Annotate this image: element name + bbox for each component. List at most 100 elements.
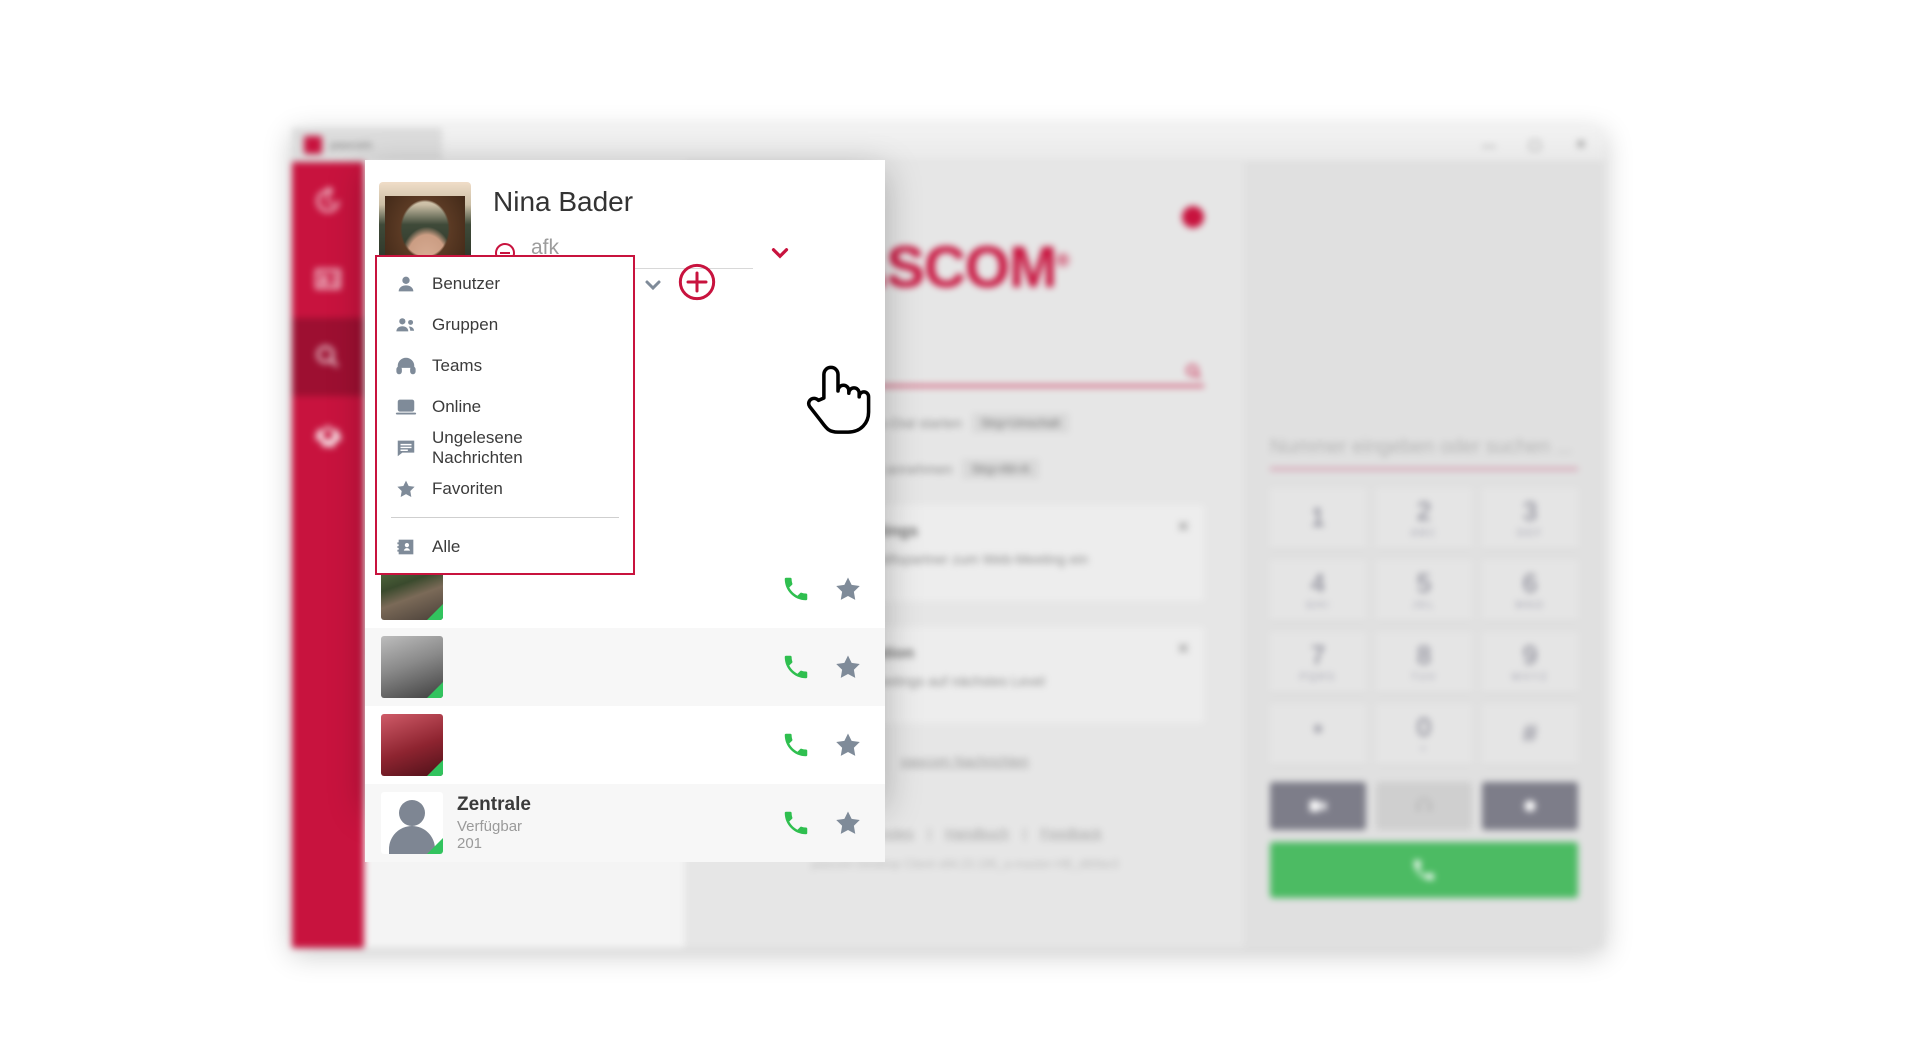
chevron-down-icon bbox=[645, 280, 661, 291]
menu-item-label: Favoriten bbox=[432, 478, 503, 498]
dial-key[interactable]: 4 GHI bbox=[1270, 560, 1366, 622]
dialpad-column: Nummer eingeben oder suchen ... 1 2 ABC 3… bbox=[1244, 162, 1604, 948]
contact-meta: Zentrale Verfügbar 201 bbox=[457, 794, 767, 852]
headset-icon bbox=[396, 357, 416, 374]
dial-key-digit: 1 bbox=[1310, 501, 1326, 532]
menu-item-label: Online bbox=[432, 396, 482, 416]
dial-key-letters: GHI bbox=[1306, 600, 1330, 611]
list-item[interactable] bbox=[365, 628, 885, 706]
phone-icon[interactable] bbox=[781, 730, 811, 760]
menu-item-label: Benutzer bbox=[432, 273, 501, 293]
window-titlebar: pascom — ▢ ✕ bbox=[292, 127, 1604, 162]
headset-icon bbox=[1416, 797, 1432, 811]
dial-key-digit: 4 bbox=[1310, 568, 1326, 598]
pascom-logo-icon bbox=[304, 135, 322, 154]
star-icon[interactable] bbox=[833, 808, 863, 838]
window-tab[interactable]: pascom bbox=[292, 127, 442, 162]
dial-key-letters: MNO bbox=[1515, 600, 1545, 611]
avatar bbox=[381, 714, 443, 776]
dial-key[interactable]: # bbox=[1482, 704, 1578, 766]
menu-divider bbox=[391, 517, 619, 518]
menu-item-label: Gruppen bbox=[432, 314, 499, 334]
dial-key[interactable]: 5 JKL bbox=[1376, 560, 1472, 622]
dial-key[interactable]: 2 ABC bbox=[1376, 488, 1472, 550]
brand-trademark: ® bbox=[1056, 250, 1069, 271]
list-item[interactable] bbox=[365, 706, 885, 784]
page-title: Nina Bader bbox=[493, 186, 634, 217]
star-icon[interactable] bbox=[833, 574, 863, 604]
contact-extension: 201 bbox=[457, 835, 483, 852]
dial-key-digit: 0 bbox=[1416, 712, 1432, 742]
phone-icon[interactable] bbox=[781, 652, 811, 682]
search-icon bbox=[316, 345, 339, 368]
status-badge bbox=[427, 838, 443, 854]
dialpad-mini-buttons bbox=[1270, 782, 1578, 830]
dial-key-letters: JKL bbox=[1412, 600, 1436, 611]
sidebar-item-search[interactable] bbox=[292, 318, 364, 396]
dial-key-digit: 7 bbox=[1310, 640, 1326, 670]
close-icon[interactable]: ✕ bbox=[1177, 517, 1190, 537]
dial-key[interactable]: * bbox=[1270, 704, 1366, 766]
gear-icon bbox=[315, 425, 342, 448]
phone-icon[interactable] bbox=[781, 808, 811, 838]
laptop-icon bbox=[395, 399, 417, 415]
filter-dropdown-toggle[interactable] bbox=[636, 268, 670, 302]
hint-shortcut: Strg+Umschalt bbox=[971, 413, 1069, 433]
minimize-button[interactable]: — bbox=[1466, 128, 1512, 162]
close-icon[interactable]: ✕ bbox=[1177, 639, 1190, 659]
star-icon[interactable] bbox=[833, 730, 863, 760]
avatar bbox=[381, 636, 443, 698]
add-contact-button[interactable] bbox=[677, 262, 717, 302]
record-button[interactable] bbox=[1482, 782, 1578, 830]
call-button[interactable] bbox=[1270, 842, 1578, 898]
footer-link-feedback[interactable]: Feedback bbox=[1040, 825, 1101, 841]
headset-button[interactable] bbox=[1376, 782, 1472, 830]
star-icon[interactable] bbox=[833, 652, 863, 682]
phone-icon bbox=[1414, 860, 1434, 880]
window-tab-label: pascom bbox=[330, 137, 373, 152]
dial-key[interactable]: 8 TUV bbox=[1376, 632, 1472, 694]
phone-icon[interactable] bbox=[781, 574, 811, 604]
filter-dropdown-menu: Benutzer Gruppen Teams Online Ungelesene… bbox=[375, 255, 635, 575]
sidebar-item-settings[interactable] bbox=[292, 396, 364, 474]
dial-key[interactable]: 7 PQRS bbox=[1270, 632, 1366, 694]
dial-key[interactable]: 1 bbox=[1270, 488, 1366, 550]
dial-key-letters: PQRS bbox=[1299, 672, 1337, 683]
hint-shortcut: Strg+Alt+A bbox=[962, 459, 1039, 479]
plus-circle-icon bbox=[678, 263, 716, 301]
menu-item-gruppen[interactable]: Gruppen bbox=[377, 304, 633, 345]
contact-actions bbox=[781, 574, 869, 604]
video-button[interactable] bbox=[1270, 782, 1366, 830]
menu-item-label: Alle bbox=[432, 536, 461, 556]
sidebar-item-contacts[interactable] bbox=[292, 240, 364, 318]
dial-key[interactable]: 3 DEF bbox=[1482, 488, 1578, 550]
menu-item-favoriten[interactable]: Favoriten bbox=[377, 468, 633, 509]
maximize-button[interactable]: ▢ bbox=[1512, 128, 1558, 162]
chevron-down-icon[interactable] bbox=[767, 240, 793, 266]
dial-key-letters: ABC bbox=[1410, 528, 1438, 539]
dial-key-digit: 2 bbox=[1416, 496, 1432, 526]
menu-item-ungelesene-nachrichten[interactable]: Ungelesene Nachrichten bbox=[377, 427, 633, 468]
dialpad-keys: 1 2 ABC 3 DEF 4 GHI 5 JKL 6 MNO 7 PQRS 8 TUV 9 W… bbox=[1270, 488, 1578, 766]
list-item[interactable]: Zentrale Verfügbar 201 bbox=[365, 784, 885, 862]
status-badge bbox=[427, 682, 443, 698]
menu-item-online[interactable]: Online bbox=[377, 386, 633, 427]
menu-item-benutzer[interactable]: Benutzer bbox=[377, 263, 633, 304]
chat-message-icon bbox=[397, 440, 415, 456]
contact-meta bbox=[457, 588, 767, 590]
dial-key-letters: DEF bbox=[1517, 528, 1543, 539]
contact-meta bbox=[457, 666, 767, 668]
close-button[interactable]: ✕ bbox=[1558, 128, 1604, 162]
menu-item-alle[interactable]: Alle bbox=[377, 526, 633, 567]
dial-key-letters: TUV bbox=[1411, 672, 1437, 683]
dial-number-input[interactable]: Nummer eingeben oder suchen ... bbox=[1270, 436, 1578, 470]
notification-badge-icon[interactable] bbox=[1182, 206, 1204, 228]
sidebar-item-history[interactable] bbox=[292, 162, 364, 240]
menu-item-teams[interactable]: Teams bbox=[377, 345, 633, 386]
dial-key-digit: * bbox=[1312, 717, 1324, 748]
window-controls: — ▢ ✕ bbox=[1466, 128, 1604, 162]
footer-link-handbuch[interactable]: Handbuch bbox=[945, 825, 1009, 841]
dial-key[interactable]: 0 + bbox=[1376, 704, 1472, 766]
dial-key[interactable]: 9 WXYZ bbox=[1482, 632, 1578, 694]
dial-key[interactable]: 6 MNO bbox=[1482, 560, 1578, 622]
